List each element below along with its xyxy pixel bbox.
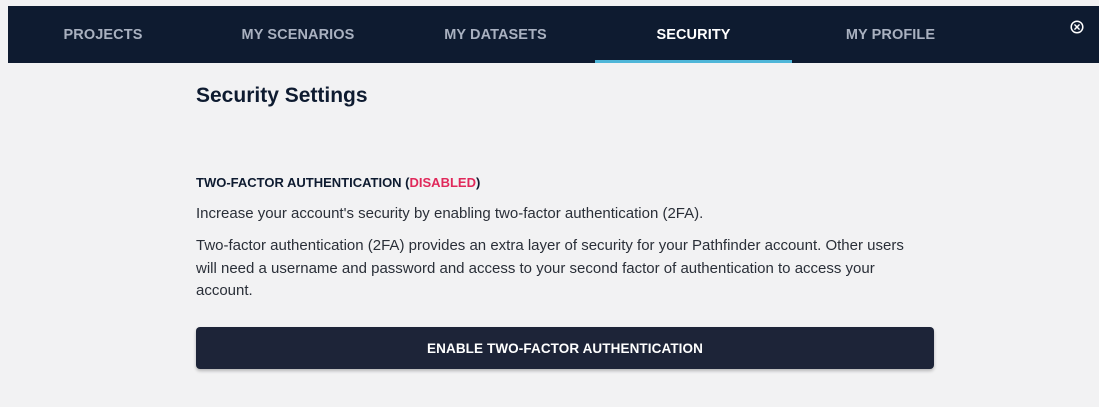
two-factor-title-suffix: ) (475, 175, 481, 190)
tab-label: MY DATASETS (444, 26, 547, 43)
close-circle-icon (1070, 20, 1084, 34)
top-navigation-bar: PROJECTS MY SCENARIOS MY DATASETS SECURI… (8, 6, 1099, 63)
tab-my-scenarios[interactable]: MY SCENARIOS (203, 6, 393, 63)
tab-label: MY PROFILE (845, 26, 936, 43)
page-title: Security Settings (196, 84, 368, 107)
tab-label: SECURITY (656, 26, 731, 43)
tab-label: MY SCENARIOS (241, 26, 355, 43)
two-factor-section-title: TWO-FACTOR AUTHENTICATION (DISABLED) (196, 175, 480, 190)
two-factor-detail-text: Two-factor authentication (2FA) provides… (196, 237, 904, 299)
two-factor-title-prefix: TWO-FACTOR AUTHENTICATION ( (196, 175, 410, 190)
two-factor-status-badge: DISABLED (409, 175, 476, 190)
tab-projects[interactable]: PROJECTS (38, 6, 168, 63)
two-factor-summary-text: Increase your account's security by enab… (196, 205, 704, 222)
close-button[interactable] (1067, 17, 1087, 37)
enable-two-factor-button[interactable]: ENABLE TWO-FACTOR AUTHENTICATION (196, 327, 934, 369)
tab-label: PROJECTS (63, 26, 143, 43)
tab-my-profile[interactable]: MY PROFILE (793, 6, 988, 63)
tab-my-datasets[interactable]: MY DATASETS (403, 6, 588, 63)
tab-security[interactable]: SECURITY (595, 6, 792, 63)
security-settings-page: PROJECTS MY SCENARIOS MY DATASETS SECURI… (0, 0, 1099, 407)
